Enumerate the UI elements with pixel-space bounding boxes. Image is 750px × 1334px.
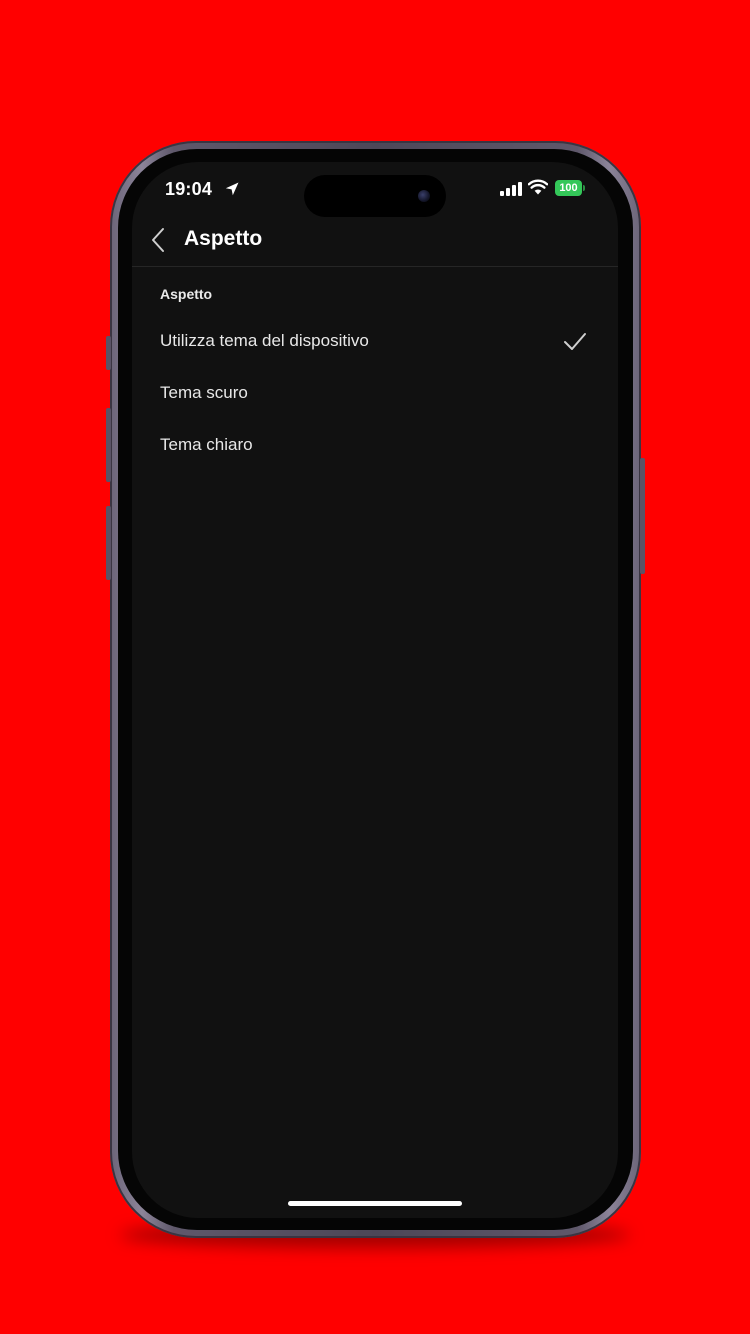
status-bar: 19:04 100 bbox=[132, 162, 618, 217]
checkmark-icon bbox=[564, 333, 586, 350]
option-label: Utilizza tema del dispositivo bbox=[160, 331, 369, 350]
volume-down-button bbox=[106, 506, 111, 580]
back-button[interactable] bbox=[140, 222, 176, 258]
wifi-icon bbox=[528, 179, 548, 195]
front-camera-icon bbox=[418, 190, 430, 202]
status-time: 19:04 bbox=[165, 179, 213, 199]
battery-icon: 100 bbox=[555, 180, 585, 196]
phone-screen: 19:04 100 Aspetto Aspetto Utilizza tema … bbox=[132, 162, 618, 1218]
power-button bbox=[640, 458, 645, 574]
section-header: Aspetto bbox=[160, 286, 213, 302]
navigation-bar: Aspetto bbox=[132, 216, 618, 267]
signal-icon bbox=[500, 182, 522, 196]
chevron-left-icon bbox=[152, 228, 164, 252]
battery-level: 100 bbox=[555, 180, 582, 196]
option-label: Tema chiaro bbox=[160, 435, 253, 454]
option-device-theme[interactable]: Utilizza tema del dispositivo bbox=[132, 318, 618, 366]
page-title: Aspetto bbox=[184, 227, 263, 250]
location-icon bbox=[225, 182, 239, 196]
home-indicator[interactable] bbox=[288, 1201, 462, 1206]
battery-tip bbox=[583, 185, 585, 191]
volume-up-button bbox=[106, 408, 111, 482]
option-light-theme[interactable]: Tema chiaro bbox=[132, 422, 618, 470]
option-dark-theme[interactable]: Tema scuro bbox=[132, 370, 618, 418]
dynamic-island bbox=[304, 175, 446, 217]
action-button bbox=[106, 336, 111, 370]
option-label: Tema scuro bbox=[160, 383, 248, 402]
